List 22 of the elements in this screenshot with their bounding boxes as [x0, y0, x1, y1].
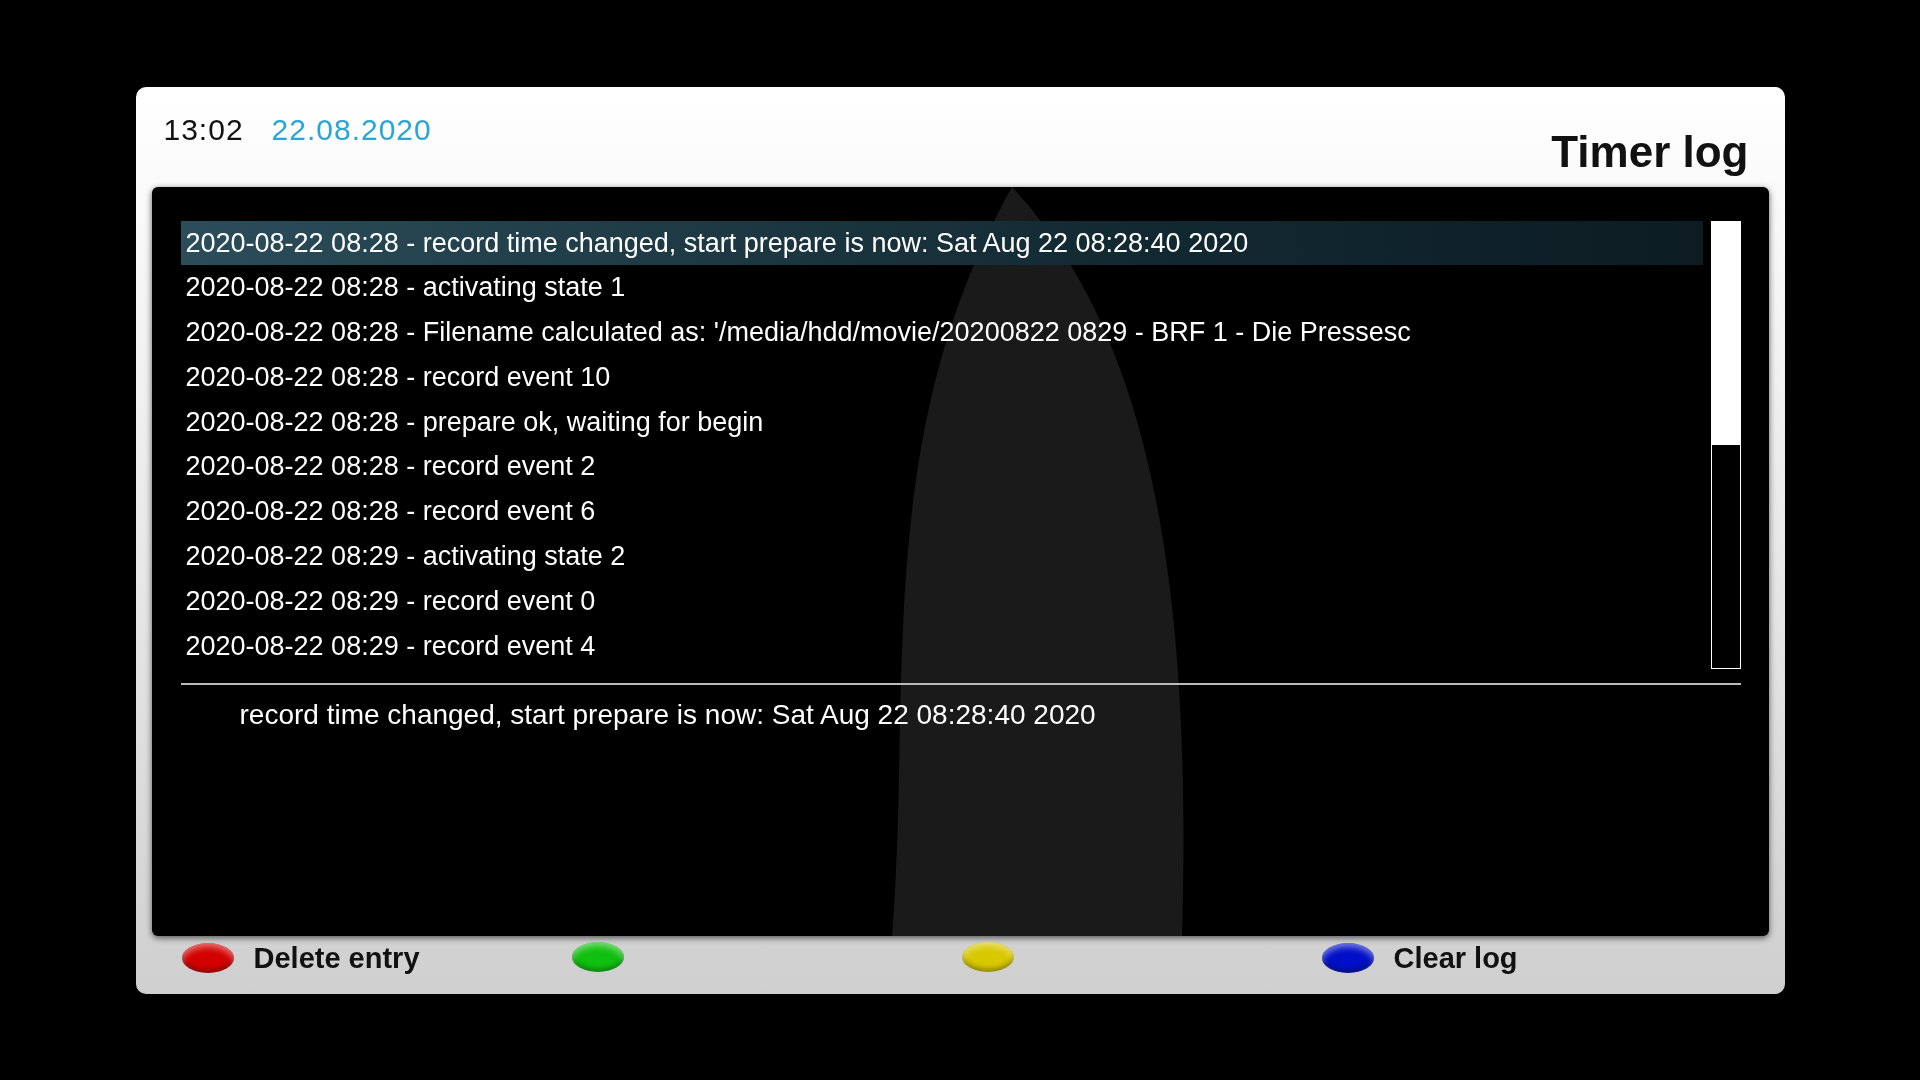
- log-entry[interactable]: 2020-08-22 08:28 - record event 6: [180, 489, 1703, 535]
- color-key-button[interactable]: [961, 941, 1014, 972]
- log-entry[interactable]: 2020-08-22 08:29 - record event 4: [180, 623, 1703, 669]
- scrollbar-thumb[interactable]: [1711, 221, 1740, 445]
- log-entry[interactable]: 2020-08-22 08:28 - prepare ok, waiting for begin: [180, 399, 1703, 445]
- detail-text: record time changed, start prepare is now: Sat Aug 22 08:28:40 2020: [238, 697, 1097, 731]
- screen-title: Timer log: [1551, 126, 1749, 177]
- log-entry[interactable]: 2020-08-22 08:28 - record time changed, start prepare is now: Sat Aug 22 08:28:40 2020: [180, 220, 1703, 266]
- clock-time: 13:02: [163, 112, 244, 147]
- log-entry[interactable]: 2020-08-22 08:28 - record event 2: [180, 444, 1703, 490]
- color-key-button[interactable]: [571, 941, 624, 972]
- color-key-button[interactable]: [181, 943, 234, 973]
- key-label: Delete entry: [253, 941, 420, 975]
- log-entry[interactable]: 2020-08-22 08:29 - record event 0: [180, 578, 1703, 624]
- key-label: Clear log: [1393, 941, 1518, 975]
- log-entry[interactable]: 2020-08-22 08:28 - Filename calculated as: '/media/hdd/movie/20200822 0829 - BRF 1 - Die Pressesc: [180, 310, 1703, 355]
- date-text: 22.08.2020: [271, 112, 432, 147]
- log-entry[interactable]: 2020-08-22 08:28 - record event 10: [180, 354, 1703, 400]
- scrollbar[interactable]: [1710, 220, 1741, 669]
- log-entry[interactable]: 2020-08-22 08:29 - activating state 2: [180, 534, 1703, 579]
- color-key-button[interactable]: [1321, 943, 1374, 973]
- log-entry[interactable]: 2020-08-22 08:28 - activating state 1: [180, 265, 1703, 311]
